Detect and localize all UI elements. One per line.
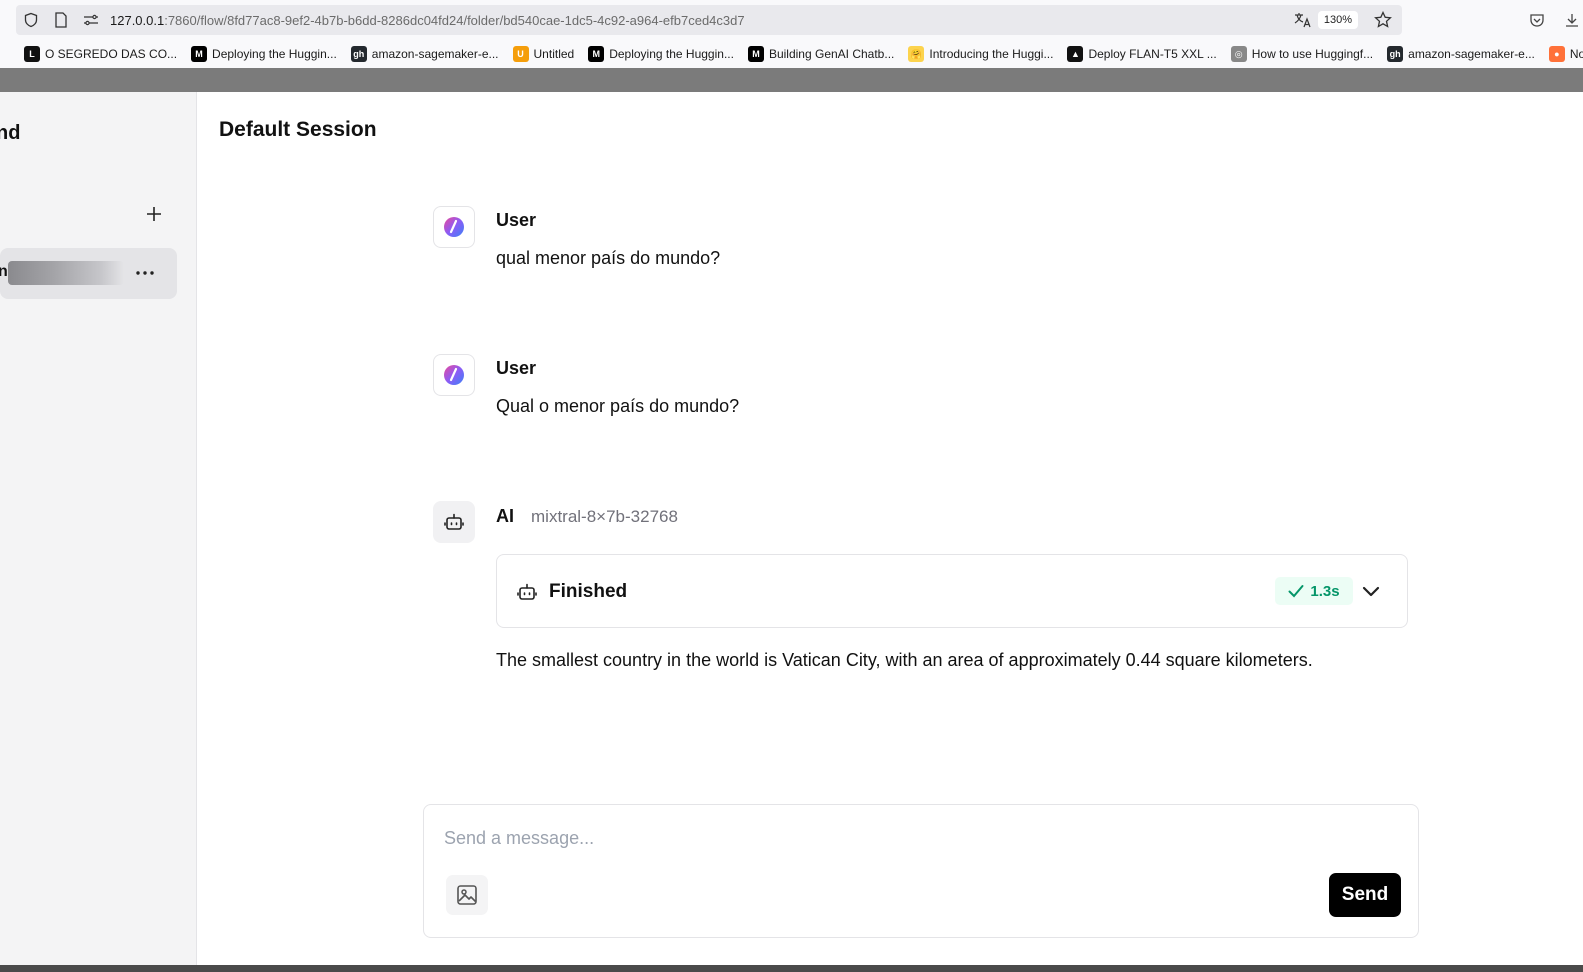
bookmark-favicon-icon: ▲ — [1067, 46, 1084, 62]
message-text: The smallest country in the world is Vat… — [496, 650, 1313, 670]
redacted-session-name — [8, 261, 124, 285]
bookmark-label: Introducing the Huggi... — [929, 47, 1054, 61]
bookmark-favicon-icon: M — [747, 46, 764, 62]
bookmark-item[interactable]: M Deploying the Huggin... — [191, 46, 337, 62]
user-avatar-icon — [444, 217, 464, 237]
message-text: qual menor país do mundo? — [496, 248, 721, 268]
permissions-icon[interactable] — [76, 5, 106, 35]
bookmark-favicon-icon: L — [24, 46, 40, 62]
bookmark-favicon-icon: M — [191, 46, 208, 62]
bookmark-favicon-icon: 🤗 — [908, 46, 925, 62]
more-options-button[interactable] — [134, 262, 156, 284]
bookmark-label: Deploying the Huggin... — [609, 47, 734, 61]
ai-avatar — [433, 501, 475, 543]
zoom-level[interactable]: 130% — [1317, 11, 1358, 29]
bookmark-star-icon[interactable] — [1368, 5, 1398, 35]
shield-icon[interactable] — [16, 5, 46, 35]
bookmark-label: Building GenAI Chatb... — [768, 47, 895, 61]
browser-toolbar: 127.0.0.1:7860/flow/8fd77ac8-9ef2-4b7b-b… — [0, 0, 1583, 40]
bookmark-item[interactable]: ● Nova al — [1548, 46, 1583, 62]
bookmark-label: Nova al — [1569, 47, 1583, 61]
bookmark-label: O SEGREDO DAS CO... — [45, 47, 178, 61]
model-name: mixtral-8×7b-32768 — [531, 507, 678, 526]
message-input[interactable] — [444, 823, 1344, 853]
image-icon — [457, 885, 477, 905]
bookmarks-bar: L O SEGREDO DAS CO... M Deploying the Huggi… — [0, 40, 1583, 68]
download-icon[interactable] — [1562, 10, 1582, 30]
user-avatar — [433, 354, 475, 396]
chevron-down-icon[interactable] — [1359, 579, 1383, 603]
bookmark-label: Deploy FLAN-T5 XXL ... — [1088, 47, 1217, 61]
bookmark-item[interactable]: M Deploying the Huggin... — [588, 46, 734, 62]
sidebar: nd n — [0, 92, 197, 965]
message-sender: User — [496, 358, 537, 378]
bookmark-item[interactable]: gh amazon-sagemaker-e... — [1387, 46, 1535, 62]
taskbar-strip — [0, 965, 1583, 972]
chat-input-box: Send — [423, 804, 1419, 938]
bookmark-favicon-icon: gh — [350, 46, 367, 62]
bookmark-label: Deploying the Huggin... — [212, 47, 337, 61]
bookmark-item[interactable]: U Untitled — [512, 46, 575, 62]
bookmark-item[interactable]: L O SEGREDO DAS CO... — [24, 46, 177, 62]
bookmark-item[interactable]: ◎ How to use Huggingf... — [1230, 46, 1374, 62]
bookmark-label: amazon-sagemaker-e... — [371, 47, 499, 61]
message-text: Qual o menor país do mundo? — [496, 396, 740, 416]
message-sender: AI — [496, 506, 514, 526]
translate-icon[interactable] — [1288, 5, 1318, 35]
bookmark-favicon-icon: ● — [1548, 46, 1565, 62]
bookmark-favicon-icon: U — [512, 46, 529, 62]
bookmark-item[interactable]: M Building GenAI Chatb... — [747, 46, 895, 62]
pocket-icon[interactable] — [1527, 10, 1547, 30]
send-button[interactable]: Send — [1329, 873, 1401, 917]
bookmark-item[interactable]: 🤗 Introducing the Huggi... — [908, 46, 1053, 62]
bookmark-favicon-icon: M — [588, 46, 605, 62]
sidebar-item-session[interactable]: n — [0, 248, 177, 299]
bookmark-item[interactable]: gh amazon-sagemaker-e... — [350, 46, 499, 62]
bookmark-favicon-icon: ◎ — [1230, 46, 1247, 62]
attach-image-button[interactable] — [446, 875, 488, 915]
url-path: :7860/flow/8fd77ac8-9ef2-4b7b-b6dd-8286d… — [164, 12, 745, 28]
page-icon — [46, 5, 76, 35]
check-icon — [1288, 585, 1304, 598]
url-text[interactable]: 127.0.0.1:7860/flow/8fd77ac8-9ef2-4b7b-b… — [110, 13, 1288, 28]
duration-text: 1.3s — [1310, 582, 1340, 600]
bot-icon — [444, 513, 464, 530]
bookmark-label: amazon-sagemaker-e... — [1408, 47, 1535, 61]
user-avatar — [433, 206, 475, 248]
bookmark-item[interactable]: ▲ Deploy FLAN-T5 XXL ... — [1067, 46, 1217, 62]
message-sender: User — [496, 210, 537, 230]
bot-icon — [517, 583, 537, 600]
sidebar-item-label: n — [0, 263, 8, 280]
sidebar-title: nd — [0, 122, 21, 144]
bookmark-label: Untitled — [533, 47, 575, 61]
ellipsis-icon — [136, 271, 154, 275]
user-avatar-icon — [444, 365, 464, 385]
url-host: 127.0.0.1 — [110, 12, 165, 28]
plus-icon — [147, 207, 161, 221]
app-top-strip — [0, 68, 1583, 92]
bookmark-label: How to use Huggingf... — [1251, 47, 1374, 61]
add-session-button[interactable] — [144, 204, 164, 224]
address-bar[interactable]: 127.0.0.1:7860/flow/8fd77ac8-9ef2-4b7b-b… — [16, 5, 1402, 35]
bookmark-favicon-icon: gh — [1387, 46, 1404, 62]
run-status-card[interactable]: Finished 1.3s — [496, 554, 1408, 628]
page-title: Default Session — [219, 118, 377, 141]
duration-badge: 1.3s — [1275, 577, 1353, 605]
status-label: Finished — [549, 581, 628, 602]
